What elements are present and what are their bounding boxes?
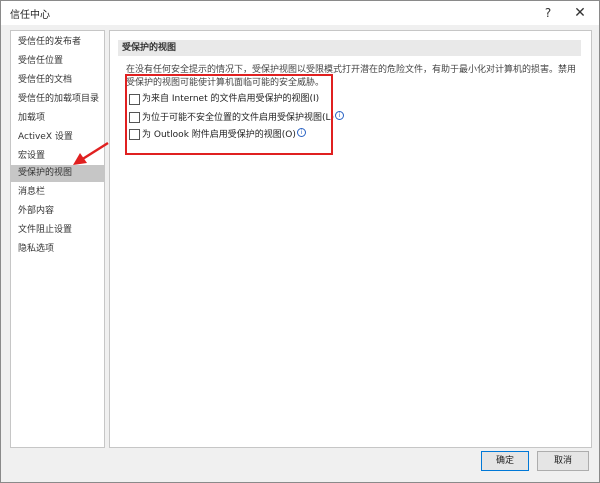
close-icon[interactable]: ✕ xyxy=(565,3,595,23)
sidebar-item-addins[interactable]: 加载项 xyxy=(11,110,104,127)
sidebar-item-external-content[interactable]: 外部内容 xyxy=(11,203,104,220)
annotation-arrow-icon xyxy=(73,141,109,165)
sidebar-item-trusted-addin-catalogs[interactable]: 受信任的加载项目录 xyxy=(11,91,104,108)
help-button[interactable]: ? xyxy=(533,3,563,23)
sidebar-item-trusted-locations[interactable]: 受信任位置 xyxy=(11,53,104,70)
sidebar-item-privacy-options[interactable]: 隐私选项 xyxy=(11,241,104,258)
sidebar-item-file-block-settings[interactable]: 文件阻止设置 xyxy=(11,222,104,239)
ok-button[interactable]: 确定 xyxy=(481,451,529,471)
sidebar: 受信任的发布者 受信任位置 受信任的文档 受信任的加载项目录 加载项 Activ… xyxy=(10,30,105,448)
info-icon[interactable]: i xyxy=(335,111,345,120)
title-bar: 信任中心 ? ✕ xyxy=(1,1,599,25)
trust-center-dialog: 信任中心 ? ✕ 受信任的发布者 受信任位置 受信任的文档 受信任的加载项目录 … xyxy=(0,0,600,483)
section-title: 受保护的视图 xyxy=(118,40,581,56)
annotation-highlight-box xyxy=(125,74,333,155)
sidebar-item-trusted-documents[interactable]: 受信任的文档 xyxy=(11,72,104,89)
dialog-title: 信任中心 xyxy=(10,10,50,21)
sidebar-item-trusted-publishers[interactable]: 受信任的发布者 xyxy=(11,34,104,51)
sidebar-item-message-bar[interactable]: 消息栏 xyxy=(11,184,104,201)
cancel-button[interactable]: 取消 xyxy=(537,451,589,471)
